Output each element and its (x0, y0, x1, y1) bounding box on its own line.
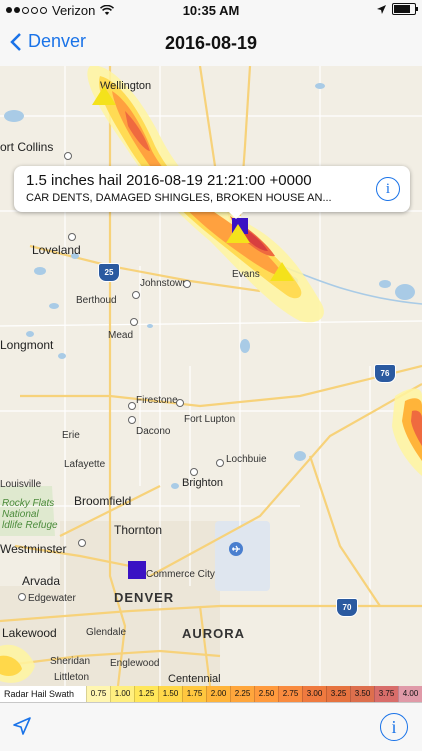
status-time: 10:35 AM (182, 3, 240, 18)
map-label-lochbuie: Lochbuie (226, 454, 267, 465)
map-label-englewood: Englewood (110, 658, 160, 669)
map-label-glendale: Glendale (86, 627, 127, 638)
city-dot (68, 233, 76, 241)
city-dot (128, 416, 136, 424)
map-label-edgewater: Edgewater (28, 593, 76, 604)
map-label-loveland: Loveland (32, 243, 81, 257)
city-dot (190, 468, 198, 476)
map-label-louisville: Louisville (0, 479, 42, 490)
map-label-firestone: Firestone (136, 395, 178, 406)
city-dot (78, 539, 86, 547)
hail-report-marker[interactable] (226, 224, 250, 243)
hail-report-marker[interactable] (270, 262, 294, 281)
legend-cell: 2.25 (230, 686, 254, 702)
map-view[interactable]: Wellington ort Collins Loveland Johnstow… (0, 66, 422, 686)
status-right (377, 3, 418, 15)
map-label-brighton: Brighton (182, 477, 223, 489)
map-label-arvada: Arvada (22, 574, 61, 588)
legend-cell: 1.75 (182, 686, 206, 702)
city-dot (18, 593, 26, 601)
city-dot (176, 399, 184, 407)
location-arrow-icon (377, 4, 386, 14)
legend-cell: 2.75 (278, 686, 302, 702)
map-label-fort-collins: ort Collins (0, 140, 54, 154)
navigation-bar: Denver 2016-08-19 (0, 22, 422, 67)
page-title: 2016-08-19 (164, 33, 258, 53)
map-label-thornton: Thornton (114, 523, 163, 537)
legend-cell: 3.00 (302, 686, 326, 702)
map-label-broomfield: Broomfield (74, 494, 132, 508)
city-dot (128, 402, 136, 410)
info-icon[interactable]: i (376, 177, 400, 201)
map-label-johnstown: Johnstown (140, 278, 188, 289)
legend-cell: 3.25 (326, 686, 350, 702)
map-label-mead: Mead (108, 330, 134, 341)
map-label-westminster: Westminster (0, 542, 67, 556)
legend-cell: 0.75 (86, 686, 110, 702)
legend-cell: 2.50 (254, 686, 278, 702)
map-label-aurora: AURORA (182, 626, 246, 641)
legend-cell: 3.75 (374, 686, 398, 702)
map-label-dacono: Dacono (136, 426, 171, 437)
legend-cell: 1.25 (134, 686, 158, 702)
legend-cell: 2.00 (206, 686, 230, 702)
map-label-evans: Evans (232, 269, 260, 280)
map-label-littleton: Littleton (54, 672, 90, 683)
callout-title: 1.5 inches hail 2016-08-19 21:21:00 +000… (26, 172, 312, 189)
map-label-lakewood: Lakewood (2, 626, 57, 640)
legend-title: Radar Hail Swath (0, 686, 86, 702)
city-dot (132, 291, 140, 299)
location-arrow-icon[interactable] (12, 716, 32, 736)
map-label-erie: Erie (62, 430, 80, 441)
hail-legend: Radar Hail Swath 0.75 1.00 1.25 1.50 1.7… (0, 686, 422, 702)
map-label-park: Rocky Flats National ldlife Refuge (2, 498, 58, 531)
legend-cell: 1.00 (110, 686, 134, 702)
city-dot (183, 280, 191, 288)
map-label-centennial: Centennial (168, 673, 221, 685)
interstate-shield-25: 25 (98, 263, 120, 282)
report-callout[interactable]: 1.5 inches hail 2016-08-19 21:21:00 +000… (14, 166, 410, 219)
battery-icon (392, 3, 418, 15)
map-label-berthoud: Berthoud (76, 295, 117, 306)
interstate-shield-70: 70 (336, 598, 358, 617)
map-label-denver: DENVER (114, 590, 175, 605)
hail-report-marker[interactable] (92, 86, 116, 105)
legend-cell: 1.50 (158, 686, 182, 702)
city-dot (216, 459, 224, 467)
map-label-lafayette: Lafayette (64, 459, 106, 470)
map-label-longmont: Longmont (0, 338, 54, 352)
map-label-commerce-city: Commerce City (146, 569, 215, 580)
bottom-toolbar: i (0, 702, 422, 751)
status-bar: Verizon 10:35 AM (0, 0, 422, 22)
city-dot (130, 318, 138, 326)
wind-report-marker[interactable] (128, 561, 146, 579)
interstate-shield-76: 76 (374, 364, 396, 383)
map-label-sheridan: Sheridan (50, 656, 91, 667)
legend-cell: 3.50 (350, 686, 374, 702)
info-icon[interactable]: i (380, 713, 408, 741)
legend-cell: 4.00 (398, 686, 422, 702)
callout-subtitle: CAR DENTS, DAMAGED SHINGLES, BROKEN HOUS… (26, 192, 332, 204)
city-dot (64, 152, 72, 160)
map-label-fort-lupton: Fort Lupton (184, 414, 236, 425)
airport-icon (229, 542, 243, 556)
